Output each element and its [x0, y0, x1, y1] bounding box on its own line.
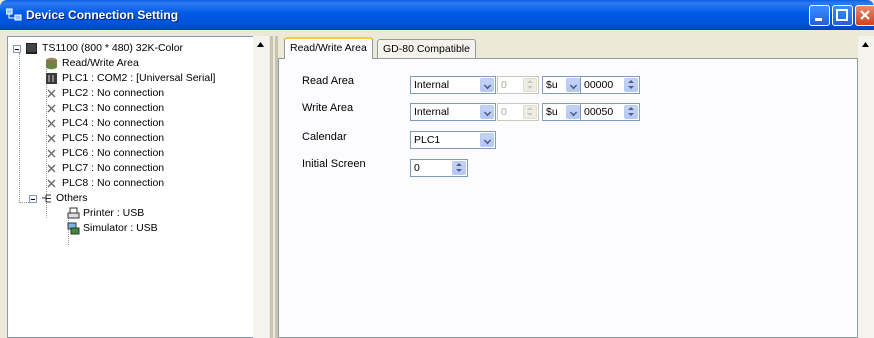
tree-item-printer[interactable]: Printer : USB	[67, 206, 247, 221]
splitter-grip	[270, 36, 273, 338]
select-value: $u	[546, 79, 558, 91]
minimize-button[interactable]	[809, 5, 830, 26]
calendar-label: Calendar	[302, 131, 347, 143]
select-value: $u	[546, 106, 558, 118]
settings-panel: Read/Write Area GD-80 Compatible Read Ar…	[278, 36, 864, 338]
device-connection-icon	[5, 8, 22, 22]
scroll-up-icon[interactable]	[253, 37, 268, 52]
spin-arrows-icon[interactable]	[452, 161, 466, 175]
window-title: Device Connection Setting	[26, 8, 179, 22]
select-value: Internal	[414, 106, 450, 118]
tree-item-label: PLC8 : No connection	[62, 177, 165, 189]
tree-item-label: Others	[56, 192, 88, 204]
x-icon	[45, 177, 58, 190]
tree-item-label: Read/Write Area	[62, 57, 139, 69]
read-area-port-stepper: 0	[497, 76, 539, 94]
tree-item-others[interactable]: Others	[29, 191, 249, 206]
stepper-value: 00000	[584, 79, 614, 91]
read-area-address-stepper[interactable]: 00000	[580, 76, 640, 94]
tree-item-simulator[interactable]: Simulator : USB	[67, 221, 247, 236]
tree-item-label: PLC7 : No connection	[62, 162, 165, 174]
spin-arrows-icon[interactable]	[624, 105, 638, 119]
tree-item-plc4[interactable]: PLC4 : No connection	[45, 116, 255, 131]
write-area-device-select[interactable]: $u	[542, 103, 582, 121]
tree-item-read-write-area[interactable]: Read/Write Area	[45, 56, 255, 71]
stepper-value: 0	[501, 79, 507, 91]
device-tree[interactable]: TS1100 (800 * 480) 32K-Color Read/Write …	[7, 36, 269, 338]
tab-gd80-compatible[interactable]: GD-80 Compatible	[377, 39, 476, 59]
initial-screen-stepper[interactable]: 0	[410, 159, 468, 177]
select-value: Internal	[414, 79, 450, 91]
printer-icon	[67, 207, 80, 220]
read-area-label: Read Area	[302, 75, 354, 87]
tree-item-plc5[interactable]: PLC5 : No connection	[45, 131, 255, 146]
tree-item-plc8[interactable]: PLC8 : No connection	[45, 176, 255, 191]
simulator-icon	[67, 222, 80, 235]
title-bar: Device Connection Setting	[0, 0, 874, 30]
spin-arrows-icon	[523, 78, 537, 92]
monitor-icon	[25, 42, 38, 55]
initial-screen-label: Initial Screen	[302, 158, 366, 170]
tree-item-plc2[interactable]: PLC2 : No connection	[45, 86, 255, 101]
tree-item-label: PLC3 : No connection	[62, 102, 165, 114]
spin-arrows-icon[interactable]	[624, 78, 638, 92]
select-value: PLC1	[414, 134, 441, 146]
tree-item-label: PLC4 : No connection	[62, 117, 165, 129]
tree-item-label: Printer : USB	[83, 207, 145, 219]
chevron-down-icon[interactable]	[480, 105, 494, 119]
chevron-down-icon[interactable]	[480, 78, 494, 92]
stepper-value: 0	[414, 162, 420, 174]
chevron-down-icon[interactable]	[566, 78, 580, 92]
close-button[interactable]	[855, 5, 874, 26]
chevron-down-icon[interactable]	[480, 133, 494, 147]
stepper-value: 0	[501, 106, 507, 118]
plc-device-icon	[45, 72, 58, 85]
tab-content: Read Area Internal 0 $u 00000 Write Area…	[278, 58, 858, 338]
collapse-icon[interactable]	[13, 45, 21, 53]
x-icon	[45, 162, 58, 175]
collapse-icon[interactable]	[29, 195, 37, 203]
spin-arrows-icon	[523, 105, 537, 119]
write-area-label: Write Area	[302, 102, 354, 114]
x-icon	[45, 147, 58, 160]
tree-item-label: PLC1 : COM2 : [Universal Serial]	[62, 72, 216, 84]
tree-item-plc6[interactable]: PLC6 : No connection	[45, 146, 255, 161]
settings-scrollbar[interactable]	[858, 36, 874, 338]
tab-read-write-area[interactable]: Read/Write Area	[284, 37, 373, 59]
database-icon	[45, 57, 58, 70]
tree-connector	[19, 53, 20, 203]
write-area-memory-select[interactable]: Internal	[410, 103, 496, 121]
tree-item-label: TS1100 (800 * 480) 32K-Color	[42, 42, 184, 54]
x-icon	[45, 87, 58, 100]
x-icon	[45, 117, 58, 130]
x-icon	[45, 102, 58, 115]
tree-item-plc3[interactable]: PLC3 : No connection	[45, 101, 255, 116]
tree-item-plc7[interactable]: PLC7 : No connection	[45, 161, 255, 176]
read-area-memory-select[interactable]: Internal	[410, 76, 496, 94]
calendar-select[interactable]: PLC1	[410, 131, 496, 149]
maximize-button[interactable]	[832, 5, 853, 26]
tree-item-plc1[interactable]: PLC1 : COM2 : [Universal Serial]	[45, 71, 255, 86]
tree-item-label: PLC6 : No connection	[62, 147, 165, 159]
x-icon	[45, 132, 58, 145]
write-area-address-stepper[interactable]: 00050	[580, 103, 640, 121]
read-area-device-select[interactable]: $u	[542, 76, 582, 94]
scroll-up-icon[interactable]	[858, 37, 873, 52]
tree-item-label: PLC5 : No connection	[62, 132, 165, 144]
others-group-icon	[40, 192, 53, 205]
stepper-value: 00050	[584, 106, 614, 118]
tree-item-label: PLC2 : No connection	[62, 87, 165, 99]
tree-scrollbar[interactable]	[253, 36, 269, 338]
chevron-down-icon[interactable]	[566, 105, 580, 119]
tree-item-label: Simulator : USB	[83, 222, 158, 234]
tree-item-root[interactable]: TS1100 (800 * 480) 32K-Color	[13, 41, 253, 56]
write-area-port-stepper: 0	[497, 103, 539, 121]
